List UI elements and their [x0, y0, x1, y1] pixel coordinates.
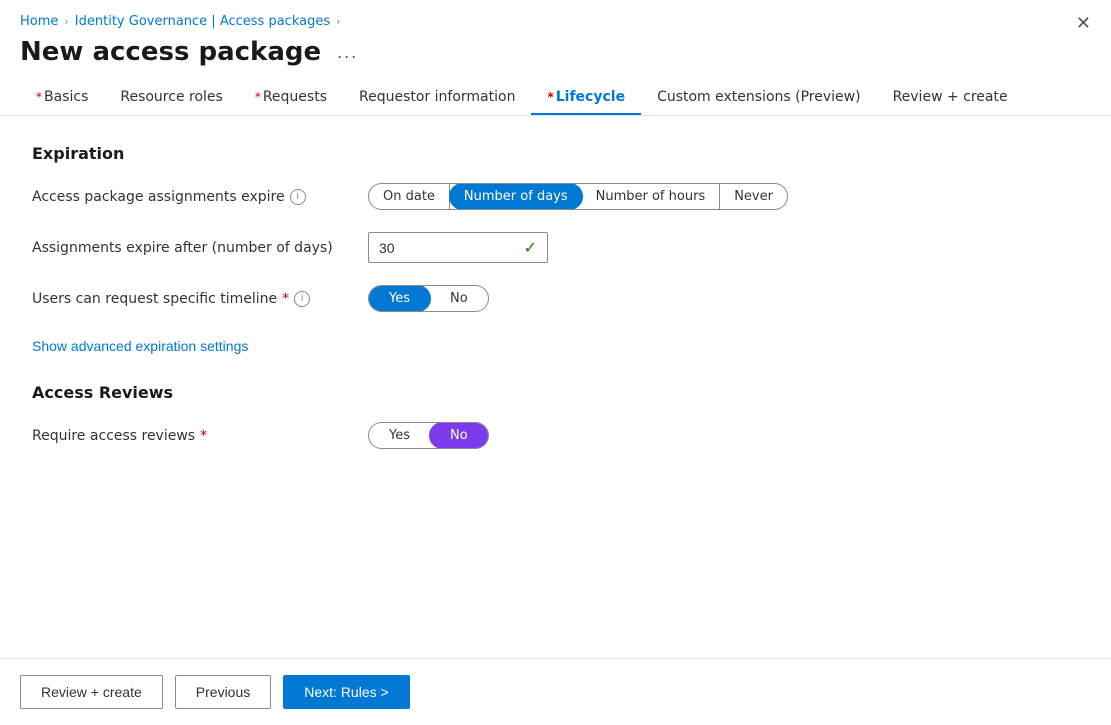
breadcrumb-chevron-1: › [64, 15, 68, 28]
close-button[interactable]: ✕ [1076, 14, 1091, 32]
advanced-expiration-row: Show advanced expiration settings [32, 334, 1079, 355]
expire-after-input-wrapper: ✓ [368, 232, 548, 263]
review-create-button[interactable]: Review + create [20, 675, 163, 709]
tab-basics-star: * [36, 90, 42, 104]
toggle-reviews-yes[interactable]: Yes [369, 423, 430, 448]
toggle-timeline-yes[interactable]: Yes [368, 285, 431, 312]
expire-after-label: Assignments expire after (number of days… [32, 240, 352, 256]
specific-timeline-label: Users can request specific timeline * i [32, 291, 352, 307]
expire-after-input[interactable] [379, 240, 516, 256]
assignments-expire-info-icon[interactable]: i [290, 189, 306, 205]
segment-on-date[interactable]: On date [369, 184, 450, 209]
tab-basics[interactable]: *Basics [20, 81, 104, 115]
expiration-segmented-control: On date Number of days Number of hours N… [368, 183, 788, 210]
breadcrumb-home[interactable]: Home [20, 14, 58, 29]
tab-custom-extensions[interactable]: Custom extensions (Preview) [641, 81, 877, 115]
check-icon: ✓ [524, 238, 537, 257]
specific-timeline-star: * [282, 291, 289, 307]
tab-lifecycle[interactable]: *Lifecycle [531, 81, 641, 115]
require-reviews-label: Require access reviews * [32, 428, 352, 444]
footer: Review + create Previous Next: Rules > [0, 658, 1111, 725]
expiration-title: Expiration [32, 144, 1079, 163]
previous-button[interactable]: Previous [175, 675, 271, 709]
tab-resource-roles[interactable]: Resource roles [104, 81, 238, 115]
expire-after-row: Assignments expire after (number of days… [32, 232, 1079, 263]
segment-number-of-days[interactable]: Number of days [449, 183, 583, 210]
specific-timeline-toggle: Yes No [368, 285, 489, 312]
tab-bar: *Basics Resource roles *Requests Request… [20, 81, 1091, 115]
segment-never[interactable]: Never [720, 184, 787, 209]
tab-review-create[interactable]: Review + create [877, 81, 1024, 115]
tab-lifecycle-star: * [547, 90, 553, 104]
next-button[interactable]: Next: Rules > [283, 675, 409, 709]
breadcrumb-chevron-2: › [336, 15, 340, 28]
require-reviews-star: * [200, 428, 207, 444]
tab-requests[interactable]: *Requests [239, 81, 343, 115]
ellipsis-button[interactable]: ... [331, 40, 364, 65]
assignments-expire-row: Access package assignments expire i On d… [32, 183, 1079, 210]
segment-number-of-hours[interactable]: Number of hours [582, 184, 721, 209]
specific-timeline-info-icon[interactable]: i [294, 291, 310, 307]
breadcrumb-identity-governance[interactable]: Identity Governance | Access packages [75, 14, 330, 29]
specific-timeline-row: Users can request specific timeline * i … [32, 285, 1079, 312]
advanced-expiration-link[interactable]: Show advanced expiration settings [32, 338, 248, 354]
assignments-expire-label: Access package assignments expire i [32, 189, 352, 205]
breadcrumb: Home › Identity Governance | Access pack… [20, 14, 1091, 29]
require-reviews-toggle: Yes No [368, 422, 489, 449]
tab-requests-star: * [255, 90, 261, 104]
toggle-reviews-no[interactable]: No [429, 422, 489, 449]
toggle-timeline-no[interactable]: No [430, 286, 488, 311]
access-reviews-title: Access Reviews [32, 383, 1079, 402]
tab-requestor-info[interactable]: Requestor information [343, 81, 531, 115]
page-title: New access package [20, 37, 321, 67]
require-reviews-row: Require access reviews * Yes No [32, 422, 1079, 449]
main-content: Expiration Access package assignments ex… [0, 116, 1111, 658]
